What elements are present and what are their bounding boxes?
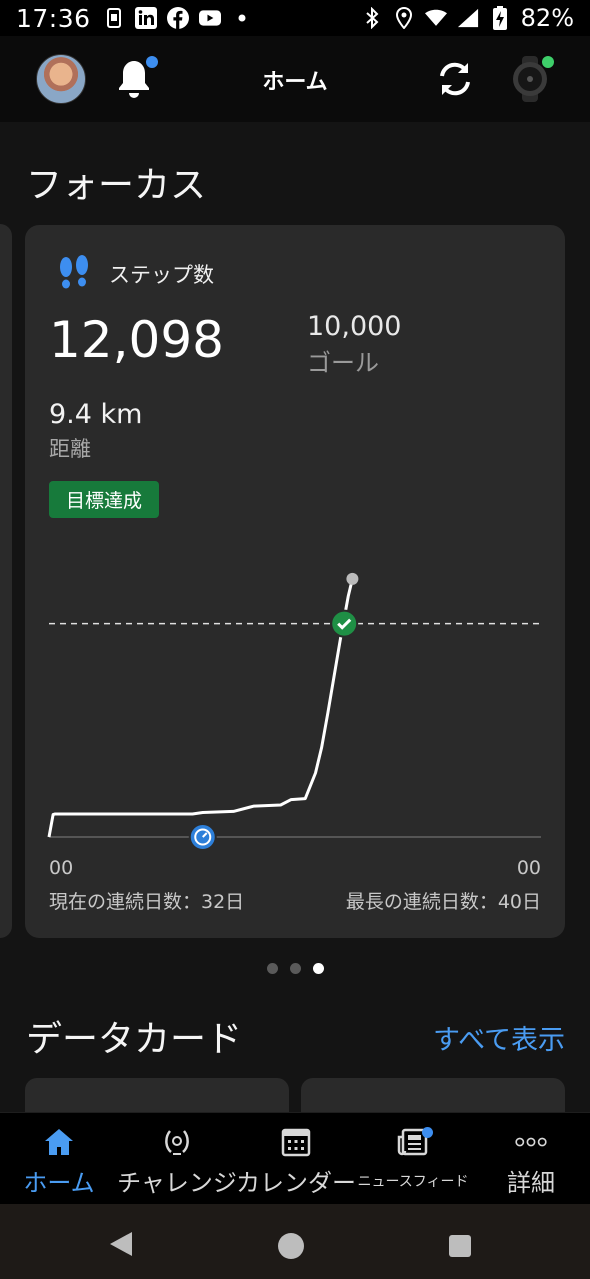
x-axis-start-label: 00 [49,857,74,879]
device-connected-badge [542,56,554,68]
battery-percent: 82% [520,4,574,32]
bottom-navigation: ホーム チャレンジ カレンダー ニュースフィード 詳細 [0,1112,590,1204]
x-axis-end-label: 00 [516,857,541,879]
youtube-icon [198,7,221,29]
pager-dot[interactable] [312,963,324,974]
goal-label: ゴール [307,349,379,377]
status-bar: 17:36 82% [0,0,590,36]
notification-icons [103,7,253,29]
nav-more[interactable]: 詳細 [482,1113,580,1205]
calendar-icon [280,1127,312,1157]
linkedin-icon [134,7,157,29]
steps-label: ステップ数 [109,263,214,287]
bluetooth-icon [361,7,383,29]
nav-calendar[interactable]: カレンダー [236,1113,356,1205]
more-icon [515,1127,547,1157]
nav-label: チャレンジ [117,1169,237,1197]
status-time: 17:36 [16,3,91,33]
recents-icon[interactable] [449,1235,471,1257]
back-icon[interactable] [108,1230,134,1262]
focus-section-title: フォーカス [26,165,207,206]
data-cards-section-title: データカード [26,1019,243,1060]
goal-achieved-badge: 目標達成 [49,481,159,518]
goal-value: 10,000 [307,311,402,342]
nav-home[interactable]: ホーム [8,1113,110,1205]
nav-label: ニュースフィード [357,1174,469,1190]
laurel-icon [161,1127,193,1157]
current-point [346,572,359,585]
system-navigation-bar [0,1204,590,1279]
wifi-icon [424,7,447,29]
pager-dot[interactable] [266,963,278,974]
see-all-link[interactable]: すべて表示 [433,1018,565,1057]
steps-line [47,578,354,838]
sim-icon [103,7,125,29]
current-streak: 現在の連続日数：32日 [49,891,245,913]
home-icon [43,1127,75,1157]
app-bar: ホーム [0,36,590,122]
home-button-icon[interactable] [278,1233,304,1259]
nav-newsfeed[interactable]: ニュースフィード [356,1113,470,1205]
system-status-icons: 82% [361,4,574,32]
sync-icon[interactable] [434,58,476,100]
page-title: ホーム [262,70,328,95]
nav-label: 詳細 [507,1169,555,1197]
battery-charging-icon [489,6,511,30]
location-icon [393,7,415,29]
steps-chart [47,572,541,851]
facebook-icon [166,7,189,29]
steps-card[interactable]: ステップ数 12,098 10,000 ゴール 9.4 km 距離 目標達成 0… [25,225,565,938]
distance-value: 9.4 km [49,399,143,430]
newsfeed-badge [422,1127,433,1138]
signal-icon [457,7,479,29]
pager-dot[interactable] [289,963,301,974]
steps-value: 12,098 [49,311,224,369]
nav-label: ホーム [23,1169,95,1197]
dot-icon [231,7,253,29]
footprints-icon [57,255,91,291]
longest-streak: 最長の連続日数：40日 [345,891,541,913]
distance-label: 距離 [49,437,91,461]
card-pager[interactable] [0,963,590,974]
nav-label: カレンダー [236,1169,356,1197]
nav-challenges[interactable]: チャレンジ [116,1113,238,1205]
previous-focus-card[interactable] [0,224,12,938]
